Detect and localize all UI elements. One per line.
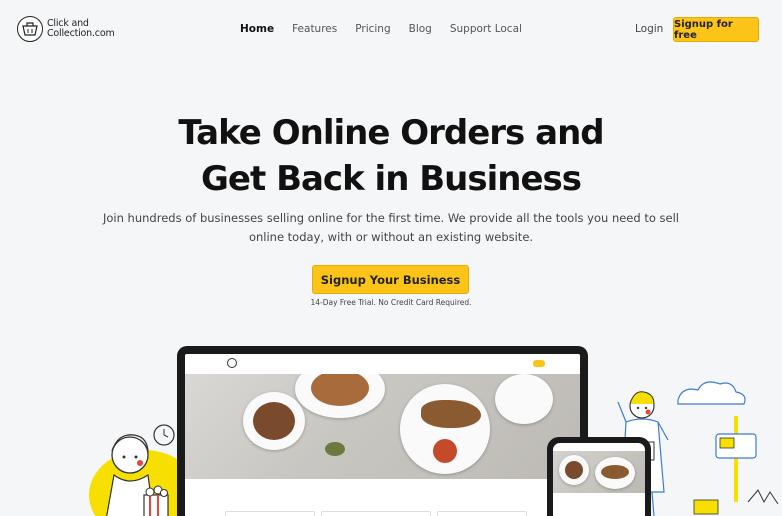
top-navigation: Click and Collection.com Home Features P… <box>0 0 782 60</box>
laptop-mockup <box>177 346 588 516</box>
preview-logo-icon <box>227 358 237 368</box>
nav-link-pricing[interactable]: Pricing <box>355 23 390 35</box>
phone-food-photo <box>553 451 645 493</box>
customer-illustration <box>89 424 194 516</box>
preview-filters <box>225 511 527 516</box>
free-trial-note: 14-Day Free Trial. No Credit Card Requir… <box>310 298 472 307</box>
hero-title: Take Online Orders and Get Back in Busin… <box>0 110 782 202</box>
hero-subtitle: Join hundreds of businesses selling onli… <box>102 211 679 244</box>
hero-title-line-2: Get Back in Business <box>201 159 582 199</box>
brand-line-2: Collection.com <box>47 28 115 39</box>
hero-title-line-1: Take Online Orders and <box>178 113 604 153</box>
brand-logo[interactable]: Click and Collection.com <box>17 16 115 42</box>
phone-screen <box>553 443 645 516</box>
preview-cart-badge <box>533 360 545 367</box>
landing-page: Click and Collection.com Home Features P… <box>0 0 782 516</box>
shop-basket-icon <box>17 16 43 42</box>
main-menu: Home Features Pricing Blog Support Local <box>240 23 540 35</box>
signup-business-button[interactable]: Signup Your Business <box>312 265 469 294</box>
nav-link-features[interactable]: Features <box>292 23 337 35</box>
food-photo <box>185 374 580 479</box>
preview-logo <box>227 358 237 368</box>
laptop-screen <box>185 354 580 516</box>
preview-search <box>321 511 431 516</box>
brand-name: Click and Collection.com <box>47 19 115 39</box>
preview-date-filter <box>225 511 315 516</box>
nav-link-support-local[interactable]: Support Local <box>450 23 522 35</box>
phone-mockup <box>547 437 651 516</box>
preview-nav <box>185 354 580 374</box>
nav-link-home[interactable]: Home <box>240 23 274 35</box>
nav-link-blog[interactable]: Blog <box>409 23 432 35</box>
preview-category <box>437 511 527 516</box>
signup-button[interactable]: Signup for free <box>673 17 759 42</box>
login-link[interactable]: Login <box>635 23 663 35</box>
